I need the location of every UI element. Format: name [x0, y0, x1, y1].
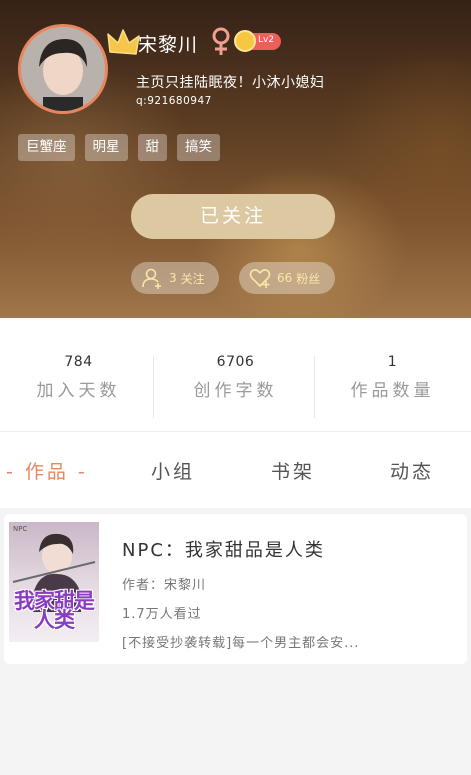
stat-label: 加入天数: [36, 381, 121, 401]
work-cover[interactable]: NPC 我家甜是人类: [9, 522, 99, 642]
cover-title: 我家甜是人类: [14, 589, 95, 632]
tag-item[interactable]: 明星: [84, 134, 128, 161]
stat-value: 1: [387, 354, 398, 370]
avatar-container[interactable]: [18, 24, 140, 114]
profile-tabs: - 作品 - 小组 书架 动态: [0, 433, 471, 508]
profile-bio: 主页只挂陆眠夜！小沐小媳妇: [136, 75, 325, 91]
fans-label: 粉丝: [296, 271, 321, 286]
tab-activity[interactable]: 动态: [390, 457, 434, 484]
tab-works[interactable]: - 作品 -: [6, 457, 88, 484]
stat-label: 作品数量: [350, 381, 435, 401]
level-star-icon: [234, 30, 256, 52]
username: 宋黎川: [138, 34, 199, 56]
stat-word-count: 6706 创作字数: [157, 354, 314, 401]
tab-groups[interactable]: 小组: [151, 457, 195, 484]
tag-item[interactable]: 搞笑: [177, 134, 220, 161]
work-description: [不接受抄袭转载]每一个男主都会安...: [122, 636, 360, 651]
fans-button[interactable]: 66 粉丝: [239, 262, 335, 294]
user-plus-icon: [142, 268, 161, 289]
work-title[interactable]: NPC：我家甜品是人类: [122, 536, 325, 562]
tab-bookshelf[interactable]: 书架: [271, 457, 315, 484]
works-feed: NPC 我家甜是人类 NPC：我家甜品是人类 作者：宋黎川 1.7万人看过 [不…: [0, 508, 471, 775]
avatar[interactable]: [18, 24, 108, 114]
stat-value: 6706: [216, 354, 255, 370]
work-reads: 1.7万人看过: [122, 607, 202, 622]
fans-count: 66: [277, 271, 293, 285]
heart-plus-icon: [249, 269, 271, 288]
stat-value: 784: [64, 354, 93, 370]
stat-join-days: 784 加入天数: [0, 354, 157, 401]
profile-tags: 巨蟹座 明星 甜 搞笑: [18, 134, 220, 161]
stat-label: 创作字数: [193, 381, 278, 401]
tag-item[interactable]: 甜: [137, 134, 167, 161]
avatar-image: [21, 27, 105, 111]
follow-button[interactable]: 已关注: [131, 194, 335, 239]
level-badge: Lv2: [234, 30, 281, 52]
profile-qq: q:921680947: [136, 95, 212, 107]
work-card[interactable]: NPC 我家甜是人类 NPC：我家甜品是人类 作者：宋黎川 1.7万人看过 [不…: [4, 514, 467, 664]
cover-mark: NPC: [13, 525, 28, 533]
profile-stats: 784 加入天数 6706 创作字数 1 作品数量: [0, 318, 471, 432]
tag-item[interactable]: 巨蟹座: [18, 134, 75, 161]
following-label: 关注: [180, 271, 205, 286]
profile-header: 宋黎川 Lv2 主页只挂陆眠夜！小沐小媳妇 q:921680947 巨蟹座 明星…: [0, 0, 471, 318]
female-symbol-icon: [212, 27, 230, 55]
stat-divider: [153, 356, 154, 418]
level-label: Lv2: [258, 35, 275, 45]
crown-icon: [107, 29, 140, 55]
work-author: 作者：宋黎川: [122, 578, 207, 593]
following-button[interactable]: 3 关注: [131, 262, 219, 294]
stat-work-count: 1 作品数量: [314, 354, 471, 401]
following-count: 3: [169, 271, 177, 285]
